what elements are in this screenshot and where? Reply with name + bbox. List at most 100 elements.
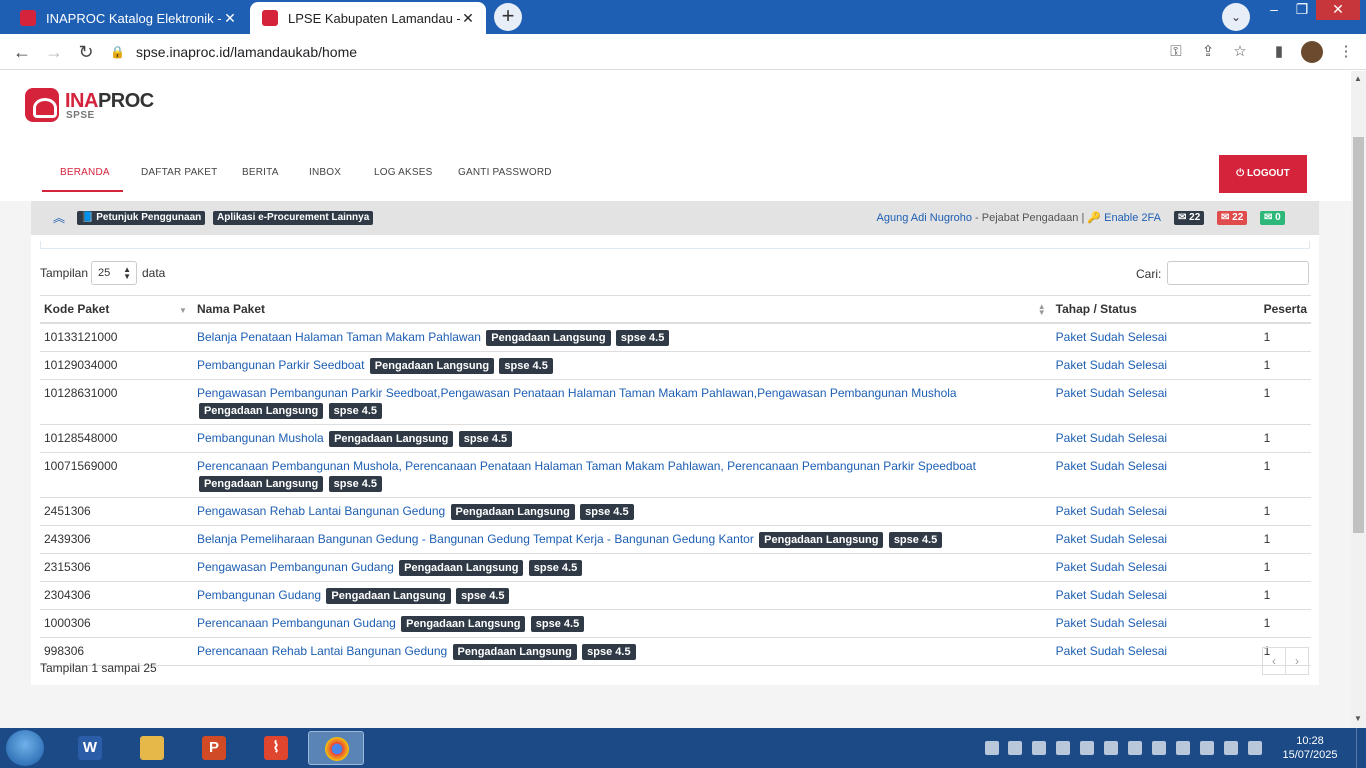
- reload-icon[interactable]: ↻: [74, 40, 98, 64]
- bookmark-star-icon[interactable]: ☆: [1230, 42, 1250, 62]
- taskbar-explorer[interactable]: [124, 731, 180, 765]
- status-link[interactable]: Paket Sudah Selesai: [1056, 616, 1167, 630]
- minimize-icon[interactable]: –: [1260, 0, 1288, 20]
- tab-search-button[interactable]: ⌄: [1222, 3, 1250, 31]
- menu-ganti-password[interactable]: GANTI PASSWORD: [458, 167, 552, 178]
- tray-volume-icon[interactable]: [1248, 741, 1262, 755]
- tray-printer-icon[interactable]: [1056, 741, 1070, 755]
- profile-avatar[interactable]: [1301, 41, 1323, 63]
- tray-security-icon[interactable]: [1008, 741, 1022, 755]
- other-apps-button[interactable]: Aplikasi e-Procurement Lainnya: [213, 211, 374, 225]
- package-link[interactable]: Pembangunan Gudang: [197, 588, 321, 602]
- col-kode-paket[interactable]: Kode Paket ▼: [40, 295, 193, 324]
- tab-close-icon[interactable]: ✕: [460, 10, 476, 27]
- maximize-icon[interactable]: ❐: [1288, 0, 1316, 20]
- unread-mail-badge[interactable]: ✉ 22: [1217, 211, 1248, 225]
- package-link[interactable]: Belanja Pemeliharaan Bangunan Gedung - B…: [197, 532, 754, 546]
- taskbar-clock[interactable]: 10:28 15/07/2025: [1276, 734, 1344, 762]
- tray-tools-icon[interactable]: [1032, 741, 1046, 755]
- forward-icon[interactable]: →: [42, 40, 66, 64]
- show-desktop-button[interactable]: [1356, 728, 1366, 768]
- search-input[interactable]: [1167, 261, 1309, 285]
- package-link[interactable]: Belanja Penataan Halaman Taman Makam Pah…: [197, 330, 481, 344]
- status-link[interactable]: Paket Sudah Selesai: [1056, 459, 1167, 473]
- key-icon[interactable]: ⚿: [1166, 42, 1186, 62]
- page-scrollbar[interactable]: ▲ ▼: [1351, 71, 1366, 728]
- pagination-next-button[interactable]: ›: [1285, 647, 1309, 675]
- tab-inaproc-katalog[interactable]: INAPROC Katalog Elektronik - Po ✕: [8, 2, 248, 34]
- lock-icon: 🔒: [110, 45, 125, 59]
- peserta-cell: 1: [1259, 322, 1311, 352]
- menu-beranda[interactable]: BERANDA: [60, 167, 110, 178]
- status-link[interactable]: Paket Sudah Selesai: [1056, 560, 1167, 574]
- scrollbar-thumb[interactable]: [1353, 137, 1364, 533]
- tray-network-icon[interactable]: [985, 741, 999, 755]
- user-name-link[interactable]: Agung Adi Nugroho: [877, 212, 972, 224]
- mail-count-badge[interactable]: ✉ 22: [1174, 211, 1205, 225]
- status-link[interactable]: Paket Sudah Selesai: [1056, 532, 1167, 546]
- package-link[interactable]: Perencanaan Pembangunan Gudang: [197, 616, 396, 630]
- collapse-up-icon[interactable]: ︽: [53, 209, 65, 226]
- col-nama-paket[interactable]: Nama Paket ▲ ▼: [192, 295, 1052, 324]
- menu-daftar-paket[interactable]: DAFTAR PAKET: [141, 167, 217, 178]
- logo-ina: INA: [65, 90, 98, 112]
- status-cell: Paket Sudah Selesai: [1051, 424, 1260, 453]
- tray-bluetooth-icon[interactable]: [1080, 741, 1094, 755]
- tray-app-icon[interactable]: [1152, 741, 1166, 755]
- taskbar-powerpoint[interactable]: P: [186, 731, 242, 765]
- taskbar-chrome[interactable]: [308, 731, 364, 765]
- package-link[interactable]: Pembangunan Parkir Seedboat: [197, 358, 364, 372]
- browser-menu-icon[interactable]: ⋮: [1336, 42, 1356, 62]
- package-link[interactable]: Perencanaan Rehab Lantai Bangunan Gedung: [197, 644, 447, 658]
- scroll-up-icon[interactable]: ▲: [1354, 74, 1362, 83]
- menu-log-akses[interactable]: LOG AKSES: [374, 167, 433, 178]
- tray-display-icon[interactable]: [1176, 741, 1190, 755]
- window-close-icon[interactable]: ✕: [1316, 0, 1360, 20]
- taskbar-pdf[interactable]: ⌇: [248, 731, 304, 765]
- tab-close-icon[interactable]: ✕: [222, 10, 238, 27]
- tab-lpse-lamandau[interactable]: LPSE Kabupaten Lamandau - Hor ✕: [250, 2, 486, 34]
- col-peserta[interactable]: Peserta: [1259, 295, 1311, 324]
- new-tab-button[interactable]: +: [494, 3, 522, 31]
- package-link[interactable]: Pengawasan Pembangunan Parkir Seedboat,P…: [197, 386, 957, 400]
- method-badge: Pengadaan Langsung: [369, 357, 495, 374]
- tray-app-icon[interactable]: [1104, 741, 1118, 755]
- pagination-prev-button[interactable]: ‹: [1262, 647, 1286, 675]
- tray-app-icon[interactable]: [1128, 741, 1142, 755]
- peserta-count: 1: [1263, 458, 1271, 473]
- status-link[interactable]: Paket Sudah Selesai: [1056, 588, 1167, 602]
- package-link[interactable]: Pengawasan Rehab Lantai Bangunan Gedung: [197, 504, 445, 518]
- menu-inbox[interactable]: INBOX: [309, 167, 341, 178]
- kode-paket: 2451306: [44, 503, 91, 518]
- table-row: 2451306 Pengawasan Rehab Lantai Bangunan …: [40, 497, 1311, 526]
- back-icon[interactable]: ←: [10, 40, 34, 64]
- status-link[interactable]: Paket Sudah Selesai: [1056, 431, 1167, 445]
- enable-2fa-link[interactable]: 🔑 Enable 2FA: [1087, 212, 1161, 224]
- start-button[interactable]: [6, 730, 44, 766]
- guide-button[interactable]: 📘 Petunjuk Penggunaan: [77, 211, 206, 225]
- status-link[interactable]: Paket Sudah Selesai: [1056, 504, 1167, 518]
- open-mail-badge[interactable]: ✉ 0: [1260, 211, 1285, 225]
- status-link[interactable]: Paket Sudah Selesai: [1056, 644, 1167, 658]
- tray-signal-icon[interactable]: [1224, 741, 1238, 755]
- side-panel-icon[interactable]: ▮: [1269, 42, 1289, 62]
- address-bar[interactable]: 🔒 spse.inaproc.id/lamandaukab/home: [110, 38, 1260, 66]
- page-length-select[interactable]: 25 ▲ ▼: [91, 261, 137, 285]
- package-link[interactable]: Pembangunan Mushola: [197, 431, 324, 445]
- status-link[interactable]: Paket Sudah Selesai: [1056, 330, 1167, 344]
- share-icon[interactable]: ⇪: [1198, 42, 1218, 62]
- status-link[interactable]: Paket Sudah Selesai: [1056, 386, 1167, 400]
- kode-paket-cell: 10071569000: [40, 452, 193, 498]
- menu-berita[interactable]: BERITA: [242, 167, 279, 178]
- package-link[interactable]: Pengawasan Pembangunan Gudang: [197, 560, 394, 574]
- package-link[interactable]: Perencanaan Pembangunan Mushola, Perenca…: [197, 459, 976, 473]
- taskbar-word[interactable]: W: [62, 731, 118, 765]
- tray-flag-icon[interactable]: [1200, 741, 1214, 755]
- peserta-count: 1: [1263, 385, 1271, 400]
- inaproc-logo-icon[interactable]: [25, 88, 59, 122]
- status-link[interactable]: Paket Sudah Selesai: [1056, 358, 1167, 372]
- scroll-down-icon[interactable]: ▼: [1354, 714, 1362, 723]
- col-tahap-status[interactable]: Tahap / Status: [1051, 295, 1260, 324]
- logout-button[interactable]: ⏻ LOGOUT: [1219, 155, 1307, 193]
- nama-paket-cell: Perencanaan Rehab Lantai Bangunan Gedung…: [192, 637, 1052, 666]
